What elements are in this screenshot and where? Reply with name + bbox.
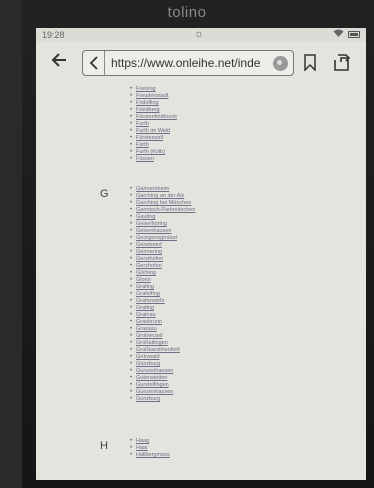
location-link[interactable]: Garching bei München [130,200,195,207]
location-link[interactable]: Germering [130,249,195,256]
location-link[interactable]: Grafing [130,284,195,291]
location-link[interactable]: Grafenwöhr [130,298,195,305]
status-time: 19:28 [42,30,65,40]
location-link[interactable]: Grassau [130,326,195,333]
location-link[interactable]: Freising [130,86,177,93]
share-icon[interactable] [332,52,352,72]
location-link[interactable]: Großkarolinenfeld [130,347,195,354]
location-link[interactable]: Geretsried [130,242,195,249]
back-arrow-icon[interactable] [48,50,72,74]
location-link[interactable]: Gersthofen [130,256,195,263]
location-link[interactable]: Grobenzell [130,333,195,340]
location-link[interactable]: Geisenhausen [130,228,195,235]
section-letter: H [100,440,108,452]
location-link[interactable]: Gunzburg [130,396,195,403]
location-link[interactable]: Furth im Wald [130,128,177,135]
location-link[interactable]: Gunzenhausen [130,389,195,396]
location-link[interactable]: Grünwald [130,354,195,361]
location-link[interactable]: Grafelfing [130,291,195,298]
battery-icon [348,31,360,38]
bookmark-icon[interactable] [304,54,316,72]
location-link[interactable]: Gutenstetten [130,375,195,382]
location-link[interactable]: Glonn [130,277,195,284]
location-link[interactable]: Fridolfing [130,100,177,107]
location-link[interactable]: Fürstenfeldbruck [130,114,177,121]
url-bar[interactable]: https://www.onleihe.net/index [82,50,294,76]
status-bar: 19:28 ☼ [36,28,366,42]
location-link[interactable]: Gundelfingen [130,382,195,389]
wifi-icon [333,29,344,39]
location-link[interactable]: Günzburg [130,361,195,368]
location-link[interactable]: Furth (Kolb) [130,149,177,156]
location-link[interactable]: Garmisch-Partenkirchen [130,207,195,214]
location-link[interactable]: Grainau [130,312,195,319]
location-link[interactable]: Geiselhöring [130,221,195,228]
location-link[interactable]: Freudenstadt [130,93,177,100]
location-list: HaagHaarHallbergmoos [130,438,170,459]
location-link[interactable]: Haag [130,438,170,445]
page-back-button[interactable] [83,51,105,75]
location-link[interactable]: Hallbergmoos [130,452,170,459]
url-text[interactable]: https://www.onleihe.net/index [111,56,261,70]
location-list: FreisingFreudenstadtFridolfingFriedbergF… [130,86,177,163]
location-link[interactable]: Gerzhofen [130,263,195,270]
location-link[interactable]: Grafing [130,305,195,312]
location-link[interactable]: Georgensgmünd [130,235,195,242]
location-link[interactable]: Friedberg [130,107,177,114]
location-link[interactable]: Fürth [130,142,177,149]
device-side [0,0,22,488]
location-link[interactable]: Großaitingen [130,340,195,347]
location-link[interactable]: Gunzenhausen [130,368,195,375]
device-brand-logo: tolino [167,4,207,21]
location-link[interactable]: Garmersheim [130,186,195,193]
location-link[interactable]: Fürstenzell [130,135,177,142]
location-link[interactable]: Füssen [130,156,177,163]
location-link[interactable]: Gilching [130,270,195,277]
brightness-icon[interactable]: ☼ [194,28,204,40]
reload-icon[interactable] [273,56,288,71]
screen: 19:28 ☼ https://www.onleihe.net/index • … [36,28,366,480]
section-letter: G [100,188,109,200]
location-link[interactable]: Furth [130,121,177,128]
location-link[interactable]: Garching an der Alz [130,193,195,200]
location-link[interactable]: Grasbrunn [130,319,195,326]
location-list: GarmersheimGarching an der AlzGarching b… [130,186,195,403]
browser-toolbar: https://www.onleihe.net/index [36,44,366,82]
location-link[interactable]: Gauting [130,214,195,221]
page-content: FreisingFreudenstadtFridolfingFriedbergF… [36,86,366,480]
location-link[interactable]: Haar [130,445,170,452]
